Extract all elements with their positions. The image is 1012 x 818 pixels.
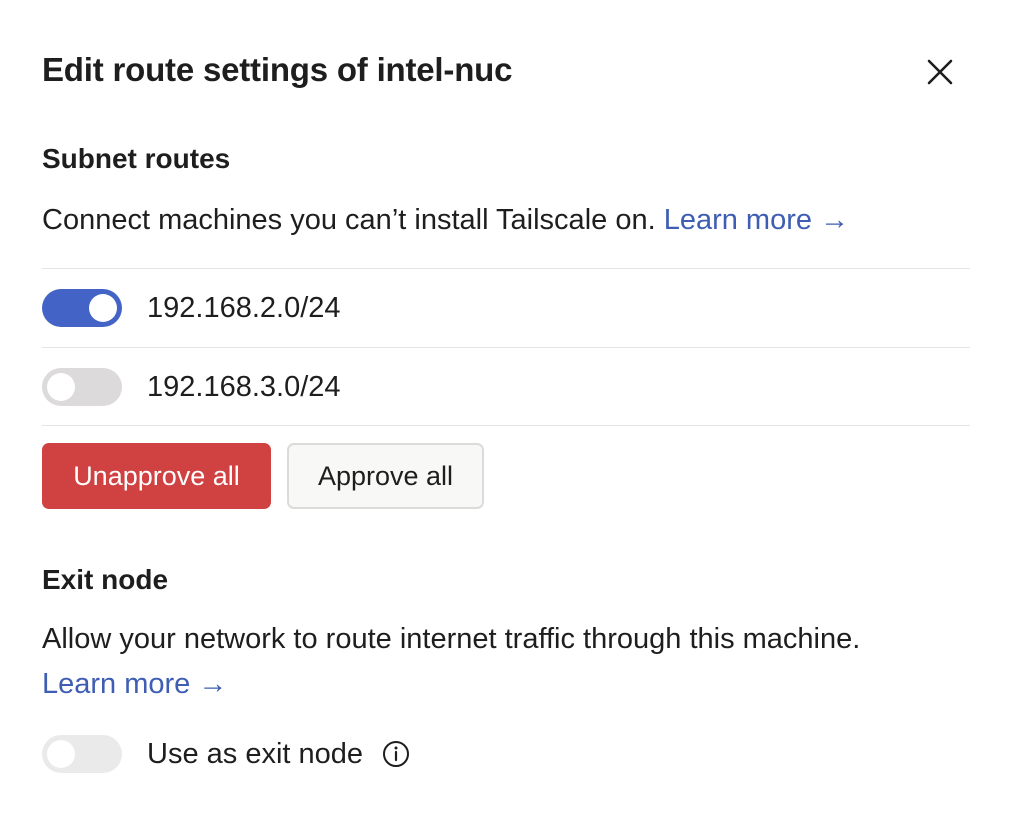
subnet-routes-heading: Subnet routes bbox=[42, 143, 231, 174]
toggle-knob bbox=[47, 740, 75, 768]
route-cidr-label: 192.168.3.0/24 bbox=[147, 370, 341, 403]
exit-node-toggle-label: Use as exit node bbox=[147, 737, 364, 770]
toggle-knob bbox=[89, 294, 117, 322]
route-row-192-168-3-0: 192.168.3.0/24 bbox=[42, 357, 970, 417]
route-cidr-label: 192.168.2.0/24 bbox=[147, 291, 341, 324]
toggle-knob bbox=[47, 373, 75, 401]
close-button[interactable] bbox=[920, 52, 960, 92]
close-icon bbox=[927, 59, 953, 85]
exit-node-row: Use as exit node bbox=[42, 724, 411, 784]
subnet-routes-description: Connect machines you can’t install Tails… bbox=[42, 198, 849, 243]
subnet-description-text: Connect machines you can’t install Tails… bbox=[42, 204, 656, 236]
exit-node-toggle[interactable] bbox=[42, 735, 122, 773]
exit-node-description-text: Allow your network to route internet tra… bbox=[42, 623, 861, 655]
dialog-title: Edit route settings of intel-nuc bbox=[42, 51, 513, 88]
exit-node-heading: Exit node bbox=[42, 564, 169, 595]
exit-node-description: Allow your network to route internet tra… bbox=[42, 617, 902, 707]
subnet-learn-more-link[interactable]: Learn more → bbox=[664, 204, 849, 236]
route-row-192-168-2-0: 192.168.2.0/24 bbox=[42, 278, 970, 338]
divider bbox=[42, 425, 970, 426]
unapprove-all-button[interactable]: Unapprove all bbox=[42, 443, 271, 509]
edit-route-settings-dialog: Edit route settings of intel-nuc Subnet … bbox=[0, 0, 1012, 818]
approve-all-button[interactable]: Approve all bbox=[287, 443, 484, 509]
divider bbox=[42, 347, 970, 348]
route-toggle-192-168-2-0[interactable] bbox=[42, 289, 122, 327]
divider bbox=[42, 268, 970, 269]
route-toggle-192-168-3-0[interactable] bbox=[42, 368, 122, 406]
info-icon[interactable] bbox=[381, 739, 411, 769]
exit-node-learn-more-link[interactable]: Learn more → bbox=[42, 668, 227, 700]
